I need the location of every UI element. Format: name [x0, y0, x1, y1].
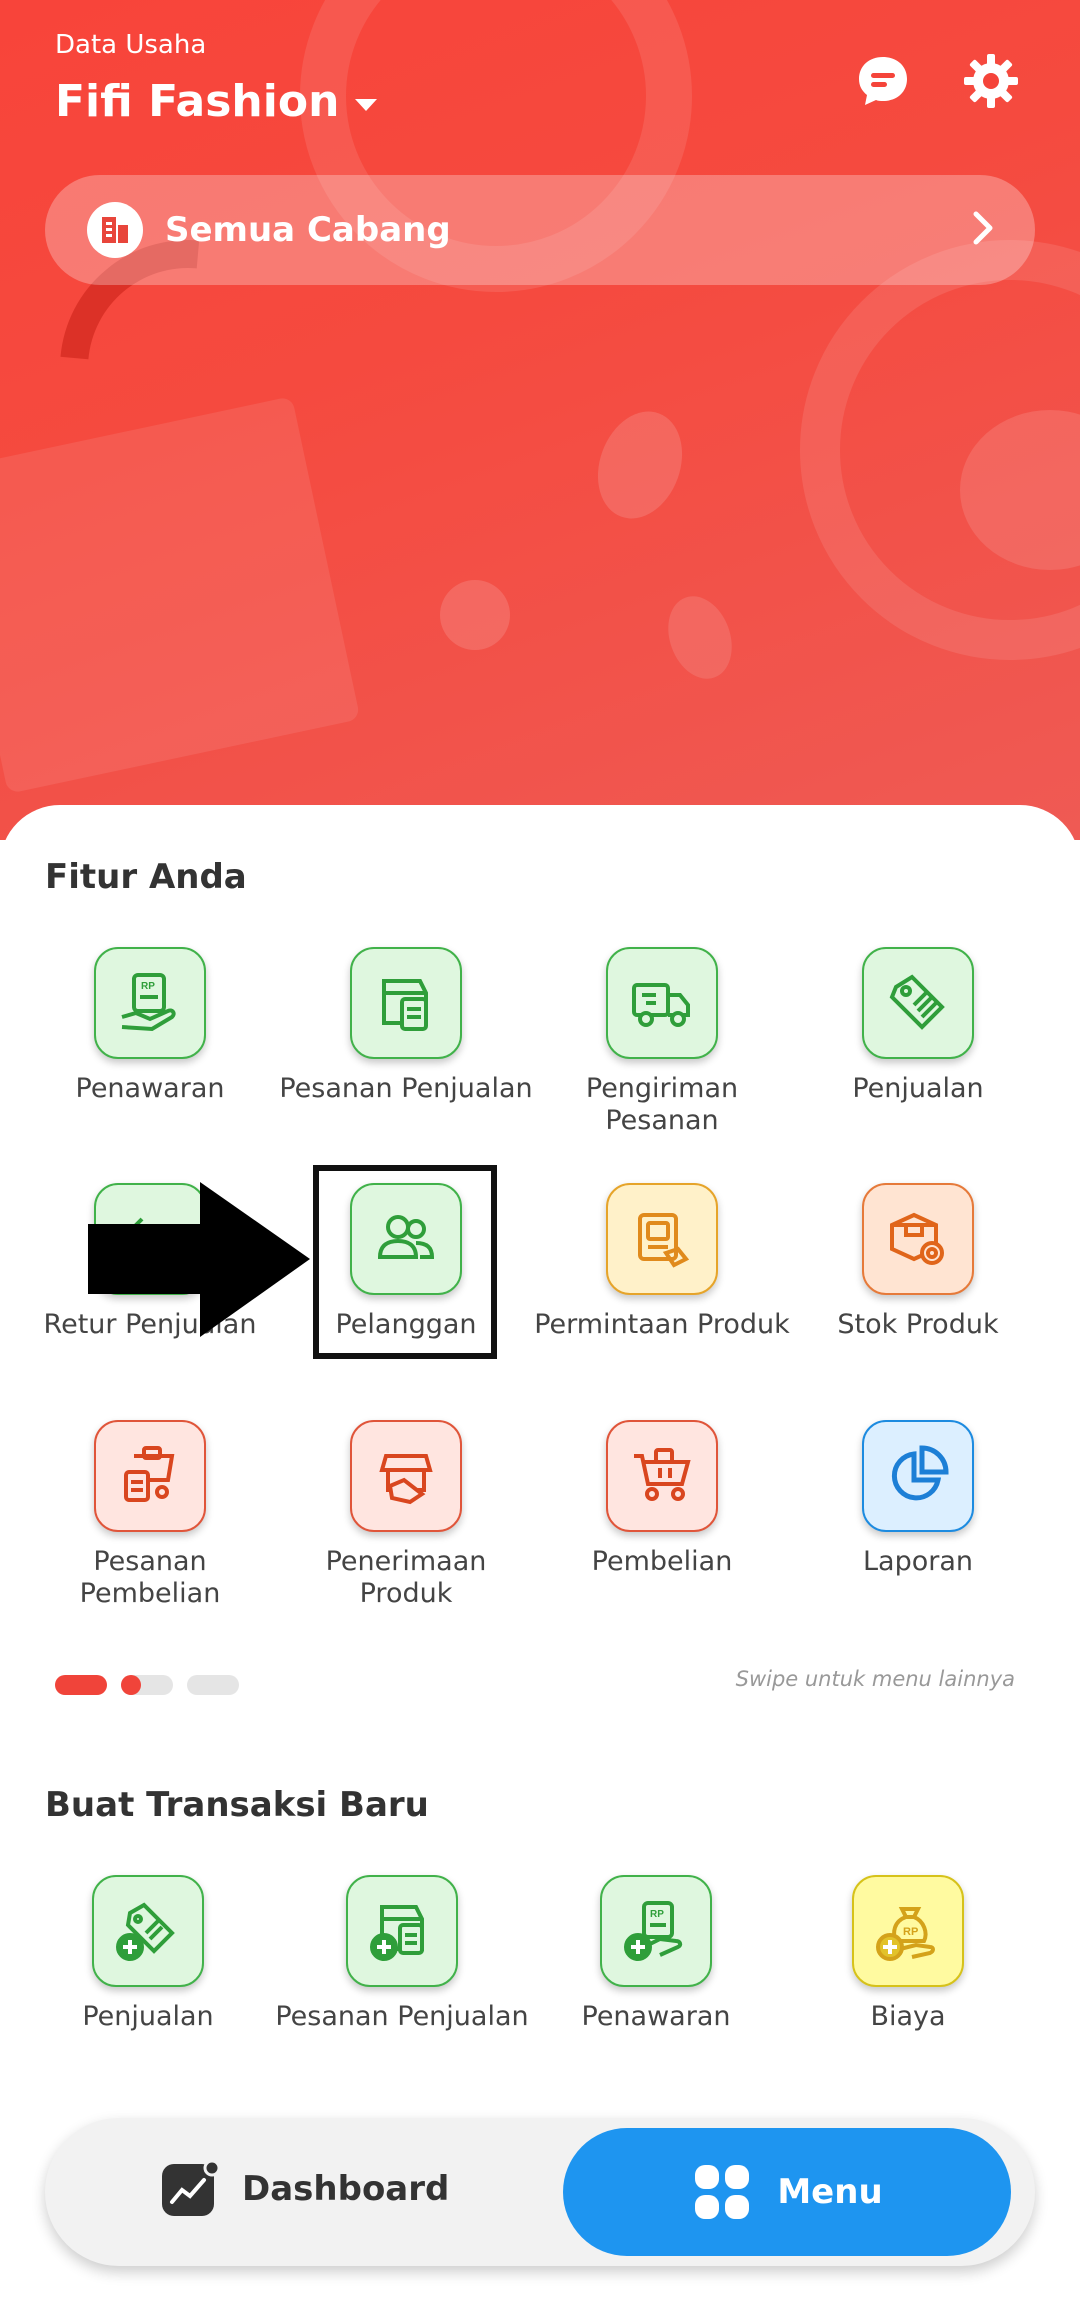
decor-coin [583, 399, 697, 531]
pointer-arrow-icon [88, 1182, 310, 1337]
feature-label: Laporan [862, 1546, 973, 1577]
quotation-icon: RP [94, 947, 206, 1059]
add-sales-order-icon [346, 1875, 458, 1987]
feature-label: Permintaan Produk [534, 1309, 790, 1340]
feature-label: Penerimaan Produk [325, 1546, 487, 1609]
add-expense-icon: RP [852, 1875, 964, 1987]
transaction-label: Pesanan Penjualan [275, 2001, 529, 2032]
new-pesanan-penjualan[interactable]: Pesanan Penjualan [274, 1875, 530, 2033]
pie-chart-icon [862, 1420, 974, 1532]
feature-label: Pesanan Pembelian [79, 1546, 221, 1609]
page-dot [121, 1675, 173, 1695]
chat-icon [859, 57, 907, 105]
delivery-truck-icon [606, 947, 718, 1059]
new-penjualan[interactable]: Penjualan [20, 1875, 276, 2033]
business-selector[interactable]: Fifi Fashion [55, 76, 378, 127]
feature-pembelian[interactable]: Pembelian [534, 1420, 790, 1578]
svg-text:RP: RP [141, 981, 155, 992]
decor-coin [440, 580, 510, 650]
header-banner: Data Usaha Fifi Fashion Semua Cabang [0, 0, 1080, 840]
decor-coin [657, 587, 743, 688]
shopping-cart-icon [606, 1420, 718, 1532]
chat-button[interactable] [852, 50, 914, 112]
gear-icon [964, 54, 1018, 108]
menu-grid-icon [695, 2165, 750, 2219]
feature-label: Stok Produk [837, 1309, 999, 1340]
feature-laporan[interactable]: Laporan [790, 1420, 1046, 1578]
new-penawaran[interactable]: RP Penawaran [528, 1875, 784, 2033]
page-dot [55, 1675, 107, 1695]
feature-stok-produk[interactable]: Stok Produk [790, 1183, 1046, 1341]
purchase-order-icon [94, 1420, 206, 1532]
nav-dashboard-label: Dashboard [242, 2169, 450, 2209]
page-dot [187, 1675, 239, 1695]
feature-label: Pembelian [591, 1546, 733, 1577]
dashboard-icon [162, 2159, 221, 2216]
feature-label: Penjualan [852, 1073, 984, 1104]
chevron-right-icon [971, 210, 995, 250]
chevron-down-icon [355, 98, 378, 111]
feature-pesanan-penjualan[interactable]: Pesanan Penjualan [278, 947, 534, 1105]
sales-order-icon [350, 947, 462, 1059]
features-title: Fitur Anda [45, 857, 247, 897]
page-indicator [55, 1675, 239, 1695]
stock-box-icon [862, 1183, 974, 1295]
transaction-label: Penjualan [82, 2001, 214, 2032]
business-name: Fifi Fashion [55, 76, 340, 127]
add-sale-icon [92, 1875, 204, 1987]
product-request-icon [606, 1183, 718, 1295]
branch-selector[interactable]: Semua Cabang [45, 175, 1035, 285]
nav-menu-label: Menu [777, 2172, 883, 2212]
bottom-navigation: Dashboard Menu [45, 2118, 1035, 2266]
svg-text:RP: RP [650, 1909, 664, 1920]
feature-label: Penawaran [75, 1073, 225, 1104]
feature-penerimaan-produk[interactable]: Penerimaan Produk [278, 1420, 534, 1610]
swipe-hint: Swipe untuk menu lainnya [735, 1667, 1015, 1691]
business-label: Data Usaha [55, 30, 207, 60]
transaction-label: Penawaran [581, 2001, 731, 2032]
feature-permintaan-produk[interactable]: Permintaan Produk [534, 1183, 790, 1341]
highlight-box [313, 1165, 497, 1359]
nav-dashboard[interactable]: Dashboard [160, 2158, 449, 2220]
svg-text:RP: RP [903, 1926, 918, 1938]
branch-label: Semua Cabang [165, 210, 451, 250]
transaction-label: Biaya [870, 2001, 946, 2032]
feature-label: Pesanan Penjualan [279, 1073, 533, 1104]
feature-pesanan-pembelian[interactable]: Pesanan Pembelian [22, 1420, 278, 1610]
price-tag-icon [862, 947, 974, 1059]
product-receipt-icon [350, 1420, 462, 1532]
feature-penawaran[interactable]: RP Penawaran [22, 947, 278, 1105]
building-icon [87, 202, 143, 258]
settings-button[interactable] [960, 50, 1022, 112]
new-transaction-title: Buat Transaksi Baru [45, 1785, 429, 1825]
add-quotation-icon: RP [600, 1875, 712, 1987]
new-biaya[interactable]: RP Biaya [780, 1875, 1036, 2033]
feature-penjualan[interactable]: Penjualan [790, 947, 1046, 1105]
nav-menu[interactable]: Menu [563, 2128, 1011, 2256]
feature-pengiriman-pesanan[interactable]: Pengiriman Pesanan [534, 947, 790, 1137]
feature-label: Pengiriman Pesanan [585, 1073, 739, 1136]
